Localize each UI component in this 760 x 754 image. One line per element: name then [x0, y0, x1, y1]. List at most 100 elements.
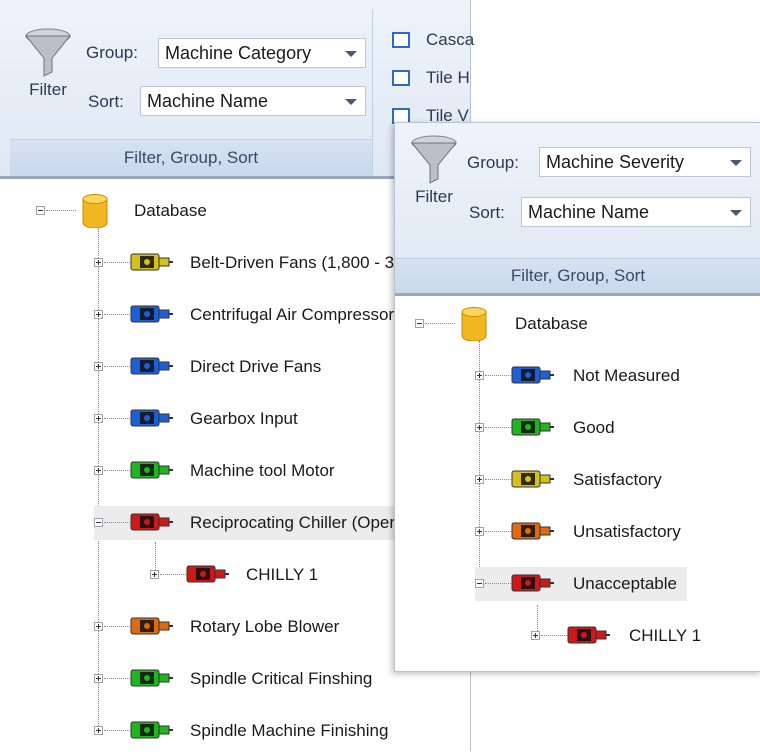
- right-ribbon: Filter Group: Machine Severity Sort: Mac…: [395, 123, 760, 296]
- expand-icon[interactable]: [94, 414, 103, 423]
- tree-item-label: Centrifugal Air Compressor: [190, 305, 395, 324]
- tree-child-item[interactable]: CHILLY 1: [150, 558, 370, 592]
- tree-item-label: Reciprocating Chiller (Oper: [190, 506, 396, 540]
- cascade-icon: [392, 32, 410, 48]
- machine-icon: [130, 718, 174, 754]
- machine-icon: [130, 250, 174, 286]
- group-select-value: Machine Category: [165, 43, 312, 63]
- expand-icon[interactable]: [94, 726, 103, 735]
- tree-root-label: Database: [134, 201, 207, 220]
- tile-horizontal-icon: [392, 70, 410, 86]
- tree-item[interactable]: Unsatisfactory: [475, 515, 687, 549]
- expand-icon[interactable]: [475, 475, 484, 484]
- tree-item-label: Direct Drive Fans: [190, 357, 322, 376]
- expand-icon[interactable]: [94, 362, 103, 371]
- collapse-icon[interactable]: [415, 319, 424, 328]
- tree-item[interactable]: Direct Drive Fans: [94, 350, 394, 384]
- expand-icon[interactable]: [94, 310, 103, 319]
- tree-child-item[interactable]: CHILLY 1: [531, 619, 731, 653]
- database-icon: [461, 307, 487, 341]
- machine-icon: [130, 458, 174, 494]
- machine-icon: [186, 562, 230, 598]
- expand-icon[interactable]: [150, 570, 159, 579]
- group-select[interactable]: Machine Severity: [539, 147, 751, 177]
- sort-select-value: Machine Name: [147, 91, 269, 111]
- ribbon-group-title: Filter, Group, Sort: [395, 258, 760, 293]
- filter-button[interactable]: Filter: [401, 135, 467, 207]
- tree-item[interactable]: Belt-Driven Fans (1,800 - 3: [94, 246, 394, 280]
- machine-icon: [130, 354, 174, 390]
- tree-item-label: Gearbox Input: [190, 409, 298, 428]
- expand-icon[interactable]: [531, 631, 540, 640]
- chevron-down-icon: [730, 210, 742, 216]
- group-label: Group:: [467, 153, 519, 172]
- sort-label: Sort:: [469, 203, 505, 222]
- chevron-down-icon: [345, 51, 357, 57]
- tree-item[interactable]: Good: [475, 411, 687, 445]
- collapse-icon[interactable]: [36, 206, 45, 215]
- machine-icon: [511, 363, 555, 399]
- filter-label: Filter: [29, 80, 67, 99]
- tree-item[interactable]: Reciprocating Chiller (Oper: [94, 506, 396, 540]
- expand-icon[interactable]: [94, 466, 103, 475]
- machine-icon: [511, 467, 555, 503]
- tree-item[interactable]: Satisfactory: [475, 463, 687, 497]
- machine-icon: [511, 519, 555, 555]
- tree-item[interactable]: Gearbox Input: [94, 402, 394, 436]
- tree-item-label: CHILLY 1: [246, 565, 319, 584]
- tree-item[interactable]: Not Measured: [475, 359, 687, 393]
- expand-icon[interactable]: [475, 423, 484, 432]
- tree-item[interactable]: Rotary Lobe Blower: [94, 610, 394, 644]
- funnel-icon: [24, 28, 72, 77]
- tree-root[interactable]: Database: [415, 307, 615, 341]
- sort-select[interactable]: Machine Name: [521, 197, 751, 227]
- expand-icon[interactable]: [475, 527, 484, 536]
- tree-item-label: Unsatisfactory: [573, 522, 681, 541]
- tree-item-label: Spindle Critical Finshing: [190, 669, 373, 688]
- right-tree: Database Not Measured Good Satisfactory Uns…: [395, 299, 760, 669]
- ribbon-group-filter: Filter Group: Machine Category Sort: Mac…: [10, 10, 373, 176]
- machine-icon: [130, 406, 174, 442]
- tree-item[interactable]: Centrifugal Air Compressor: [94, 298, 394, 332]
- tree-item[interactable]: Spindle Critical Finshing: [94, 662, 394, 696]
- funnel-icon: [410, 135, 458, 184]
- filter-button[interactable]: Filter: [14, 28, 82, 100]
- chevron-down-icon: [730, 160, 742, 166]
- machine-icon: [130, 666, 174, 702]
- tree-item[interactable]: Unacceptable: [475, 567, 687, 601]
- expand-icon[interactable]: [475, 371, 484, 380]
- tile-horizontal-label: Tile H: [426, 68, 470, 87]
- group-select-value: Machine Severity: [546, 152, 685, 172]
- ribbon-group-title: Filter, Group, Sort: [10, 139, 372, 176]
- machine-icon: [130, 510, 174, 546]
- tree-item-label: Spindle Machine Finishing: [190, 721, 389, 740]
- expand-icon[interactable]: [94, 258, 103, 267]
- collapse-icon[interactable]: [475, 579, 484, 588]
- machine-icon: [130, 614, 174, 650]
- filter-label: Filter: [415, 187, 453, 206]
- machine-icon: [511, 571, 555, 607]
- expand-icon[interactable]: [94, 674, 103, 683]
- tree-item-label: Belt-Driven Fans (1,800 - 3: [190, 253, 395, 272]
- tree-root-label: Database: [515, 314, 588, 333]
- tree-item[interactable]: Machine tool Motor: [94, 454, 394, 488]
- tree-item-label: Rotary Lobe Blower: [190, 617, 340, 636]
- sort-select-value: Machine Name: [528, 202, 650, 222]
- tree-item-label: Not Measured: [573, 366, 680, 385]
- collapse-icon[interactable]: [94, 518, 103, 527]
- tree-root[interactable]: Database: [36, 194, 236, 228]
- expand-icon[interactable]: [94, 622, 103, 631]
- cascade-command[interactable]: Casca: [376, 28, 474, 54]
- database-icon: [82, 194, 108, 228]
- group-label: Group:: [86, 43, 138, 62]
- sort-select[interactable]: Machine Name: [140, 86, 366, 116]
- right-panel: Filter Group: Machine Severity Sort: Mac…: [394, 122, 760, 672]
- tree-item-label: Unacceptable: [573, 567, 677, 601]
- sort-label: Sort:: [88, 92, 124, 111]
- chevron-down-icon: [345, 99, 357, 105]
- tree-item[interactable]: Spindle Machine Finishing: [94, 714, 394, 748]
- tree-item-label: Good: [573, 418, 615, 437]
- tree-item-label: CHILLY 1: [629, 626, 702, 645]
- tile-horizontal-command[interactable]: Tile H: [376, 66, 470, 92]
- group-select[interactable]: Machine Category: [158, 38, 366, 68]
